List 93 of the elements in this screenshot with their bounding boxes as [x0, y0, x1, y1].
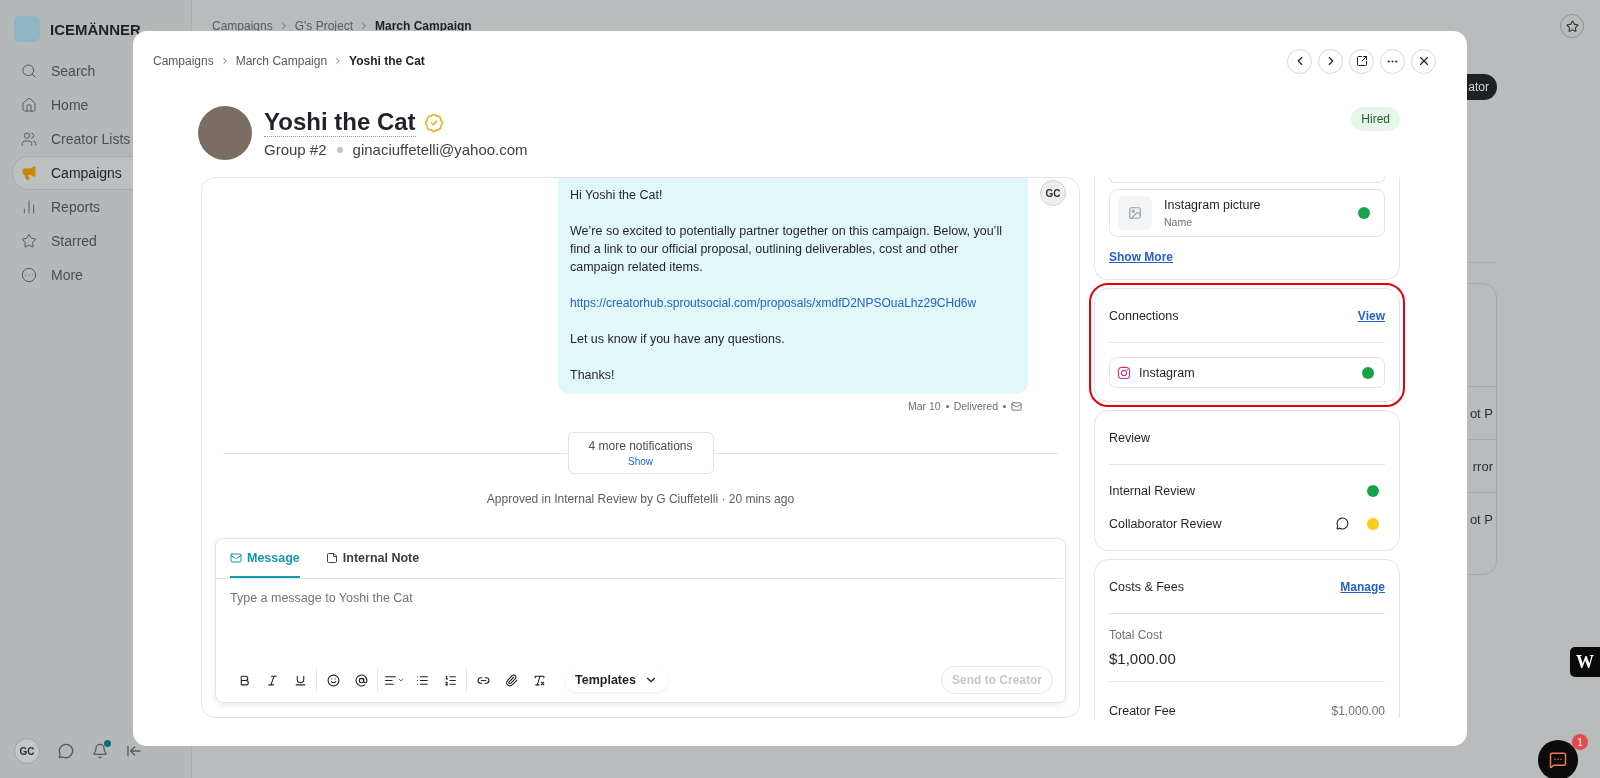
notifications-count: 4 more notifications [588, 439, 693, 453]
bell-icon[interactable] [92, 743, 108, 759]
message-text: Let us know if you have any questions. [570, 331, 786, 348]
star-icon [1565, 19, 1579, 33]
megaphone-icon [21, 165, 37, 181]
align-left-icon [383, 673, 397, 687]
review-label: Collaborator Review [1109, 516, 1223, 531]
note-icon [325, 551, 338, 564]
separator-dot [1003, 404, 1006, 408]
show-link[interactable]: Show [628, 456, 653, 467]
message-date: Mar 10 [907, 400, 941, 412]
show-more-link[interactable]: Show More [1109, 250, 1173, 264]
fee-label: Creator Fee [1109, 704, 1176, 718]
external-link-icon [1355, 55, 1368, 67]
composer-tab[interactable]: Internal Note [325, 539, 420, 578]
chat-icon[interactable] [58, 743, 74, 759]
review-label: Internal Review [1109, 483, 1197, 498]
table-cell: rror [1472, 458, 1493, 474]
nav-item[interactable]: Home [12, 88, 183, 122]
caret-icon [396, 676, 405, 684]
breadcrumb-link[interactable]: March Campaign [375, 19, 472, 33]
connection-name: Instagram [1139, 365, 1196, 380]
mail-icon [230, 551, 242, 564]
image-icon [1118, 196, 1152, 230]
message-text: We’re so excited to potentially partner together on this campaign. Below, you’ll find a link to our official proposal, outlining deliverables, cost and other campaign related items. [570, 223, 1003, 276]
bar-chart-icon [21, 199, 37, 215]
bullet-list-icon [415, 673, 429, 687]
search-icon [21, 63, 37, 79]
separator-dot [945, 404, 949, 408]
user-avatar[interactable]: GC [14, 738, 40, 764]
nav-item[interactable]: More [12, 258, 183, 292]
message-text: Thanks! [570, 367, 616, 384]
creator-name: Yoshi the Cat [264, 108, 416, 137]
card-title: Costs & Fees [1109, 579, 1185, 594]
activity-text: Approved in Internal Review by G Ciuffetelli · 20 mins ago [485, 492, 796, 506]
templates-dropdown[interactable]: Templates [565, 668, 668, 692]
breadcrumb-link[interactable]: March Campaign [235, 54, 328, 68]
mail-icon [1011, 400, 1022, 412]
numbered-list-icon [443, 673, 457, 687]
instagram-icon [1117, 365, 1131, 380]
view-link[interactable]: View [1357, 308, 1385, 323]
group-label: Group #2 [264, 141, 327, 158]
paperclip-icon [504, 673, 518, 687]
breadcrumb-link[interactable]: Yoshi the Cat [349, 54, 425, 68]
sender-avatar: GC [1040, 180, 1066, 206]
table-cell: ot P [1469, 511, 1493, 527]
status-badge: Hired [1351, 107, 1400, 131]
clear-format-icon [532, 673, 546, 687]
deliverable-title: Instagram picture [1164, 198, 1262, 212]
delivery-status: Delivered [953, 400, 998, 412]
card-title: Review [1109, 430, 1150, 445]
breadcrumb-link[interactable]: G's Project [294, 19, 353, 33]
next-button[interactable] [1318, 48, 1343, 74]
nav-item[interactable]: Reports [12, 190, 183, 224]
star-icon [21, 233, 37, 249]
proposal-link[interactable]: https://creatorhub.sproutsocial.com/proposals/xmdfD2NPSOuaLhz29CHd6w [570, 296, 977, 310]
home-icon [21, 97, 37, 113]
creator-email: ginaciuffetelli@yahoo.com [352, 141, 528, 158]
table-cell: ot P [1469, 405, 1493, 421]
nav-item[interactable]: Creator Lists [12, 122, 183, 156]
breadcrumb-link[interactable]: Campaigns [212, 19, 273, 33]
italic-icon [265, 673, 279, 687]
users-icon [21, 131, 37, 147]
smiley-icon [326, 673, 340, 687]
connection-item[interactable]: Instagram [1109, 357, 1385, 388]
deliverable-item[interactable]: Instagram picture Name [1109, 189, 1385, 237]
separator-dot [336, 146, 343, 153]
widget-logo[interactable]: W [1570, 647, 1600, 677]
card-title: Connections [1109, 308, 1179, 323]
collapse-icon[interactable] [126, 743, 142, 759]
comment-icon[interactable] [1336, 517, 1349, 530]
at-sign-icon [354, 673, 368, 687]
fee-value: $1,000.00 [1331, 704, 1385, 718]
more-icon [21, 267, 37, 283]
chevron-icon [359, 21, 369, 31]
notification-badge: 1 [1572, 734, 1588, 750]
message-text: Hi Yoshi the Cat! [570, 187, 664, 204]
total-label: Total Cost [1109, 628, 1164, 642]
chat-widget-button[interactable] [1538, 740, 1578, 778]
open-external-button[interactable] [1349, 48, 1374, 74]
previous-button[interactable] [1287, 48, 1312, 74]
chat-icon [1549, 751, 1567, 769]
nav-item[interactable]: Starred [12, 224, 183, 258]
deliverable-subtitle: Name [1164, 216, 1193, 228]
underline-icon [293, 673, 307, 687]
brand-logo [14, 16, 40, 42]
photo-placeholder [198, 106, 252, 160]
brand-name: ICEMÄNNER [50, 20, 141, 38]
close-button[interactable] [1411, 48, 1436, 74]
breadcrumb-link[interactable]: Campaigns [153, 54, 214, 68]
message-input[interactable]: Type a message to Yoshi the Cat [216, 579, 1065, 617]
manage-link[interactable]: Manage [1340, 579, 1385, 594]
total-value: $1,000.00 [1109, 650, 1177, 667]
